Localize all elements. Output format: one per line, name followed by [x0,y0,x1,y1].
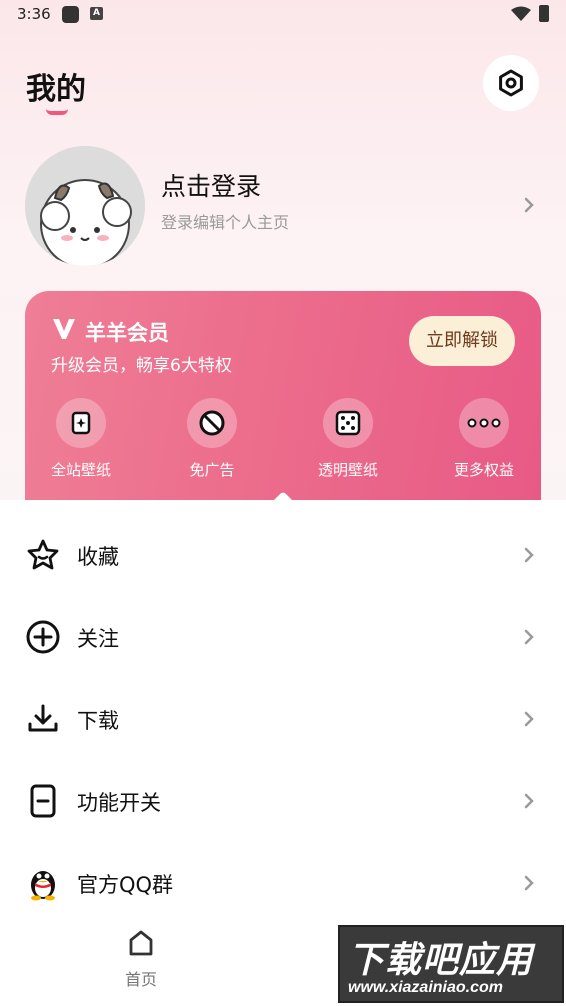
nav-home[interactable]: 首页 [91,928,191,990]
vip-title: 羊羊会员 [85,321,169,345]
page-title: 我的 [26,73,86,106]
watermark-title: 下载吧应用 [348,939,534,980]
watermark: 下载吧应用 www.xiazainiao.com [338,925,564,1003]
star-icon [25,537,61,573]
menu-label: 官方QQ群 [77,873,174,897]
more-dots-icon [459,398,509,448]
status-time: 3:36 [17,5,51,23]
wifi-icon [511,6,531,21]
menu-item-favorites[interactable]: 收藏 [0,514,566,596]
status-bar: 3:36 A [0,0,566,30]
perk-all-wallpapers[interactable]: 全站壁纸 [26,398,136,480]
login-prompt[interactable]: 点击登录 [161,167,261,203]
perk-transparent-wallpaper[interactable]: 透明壁纸 [293,398,403,480]
settings-hex-icon [499,69,523,97]
watermark-url: www.xiazainiao.com [348,979,504,996]
nav-home-label: 首页 [124,970,157,989]
sparkle-card-icon [56,398,106,448]
vip-subtitle: 升级会员，畅享6大特权 [51,356,232,376]
unlock-button[interactable]: 立即解锁 [409,316,515,366]
avatar[interactable] [25,146,145,266]
app-notification-icon [62,6,79,23]
menu-label: 下载 [77,709,119,733]
menu-label: 关注 [77,627,119,651]
perk-label: 更多权益 [453,461,514,479]
title-underline [46,109,68,115]
download-icon [25,701,61,737]
chevron-right-icon [524,711,534,727]
login-subtitle: 登录编辑个人主页 [161,213,290,232]
battery-icon [539,5,549,22]
menu-item-feature-toggle[interactable]: 功能开关 [0,760,566,842]
menu-item-follow[interactable]: 关注 [0,596,566,678]
toggle-icon [25,783,61,819]
menu-item-qq-group[interactable]: 官方QQ群 [0,842,566,924]
qq-penguin-icon [25,865,61,901]
home-icon [129,930,153,956]
menu-item-download[interactable]: 下载 [0,678,566,760]
perk-more-benefits[interactable]: 更多权益 [429,398,539,480]
font-notification-icon: A [90,7,103,20]
plus-circle-icon [25,619,61,655]
chevron-right-icon [524,547,534,563]
chevron-right-icon [524,875,534,891]
chevron-right-icon [524,629,534,645]
menu-label: 功能开关 [77,791,161,815]
perk-label: 全站壁纸 [50,461,111,479]
settings-button[interactable] [483,55,539,111]
perk-label: 透明壁纸 [317,461,378,479]
no-ads-icon [187,398,237,448]
perk-no-ads[interactable]: 免广告 [157,398,267,480]
vip-card[interactable]: 羊羊会员 升级会员，畅享6大特权 立即解锁 全站壁纸 免广告 透明壁纸 更多权益 [25,291,541,511]
menu-label: 收藏 [77,545,119,569]
sheep-avatar-icon [25,146,145,266]
vip-logo-icon [53,319,75,339]
perk-label: 免广告 [189,461,235,479]
dice-icon [323,398,373,448]
chevron-right-icon[interactable] [522,196,536,214]
chevron-right-icon [524,793,534,809]
